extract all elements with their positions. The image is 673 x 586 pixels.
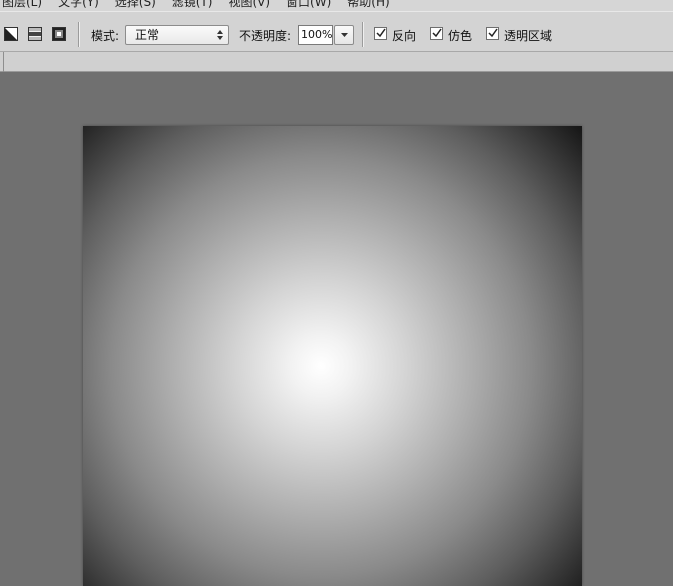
- check-icon: [376, 28, 386, 38]
- menu-layer[interactable]: 图层(L): [0, 0, 50, 11]
- chevron-down-icon: [341, 33, 348, 37]
- menu-help[interactable]: 帮助(H): [339, 0, 397, 11]
- mode-value: 正常: [135, 28, 160, 42]
- opacity-input[interactable]: 100%: [298, 25, 333, 45]
- document-tab[interactable]: [0, 52, 4, 72]
- opacity-label: 不透明度:: [239, 29, 292, 43]
- menu-view[interactable]: 视图(V): [220, 0, 278, 11]
- menu-filter[interactable]: 滤镜(T): [164, 0, 221, 11]
- mode-select[interactable]: 正常: [125, 25, 229, 45]
- mode-label: 模式:: [91, 29, 120, 43]
- separator: [362, 22, 364, 47]
- separator: [78, 22, 80, 47]
- opacity-dropdown-button[interactable]: [334, 25, 354, 45]
- select-arrows-icon: [217, 30, 223, 40]
- dither-checkbox[interactable]: [430, 27, 443, 40]
- radial-square-gradient-icon[interactable]: [52, 27, 66, 41]
- tool-options-bar: 模式: 正常 不透明度: 100% 反向 仿色 透明区域: [0, 11, 673, 52]
- menu-window[interactable]: 窗口(W): [278, 0, 339, 11]
- transparency-checkbox[interactable]: [486, 27, 499, 40]
- transparency-label: 透明区域: [504, 29, 553, 43]
- document-tab-bar: [0, 52, 673, 72]
- reflected-gradient-icon[interactable]: [28, 27, 42, 41]
- menu-type[interactable]: 文字(Y): [50, 0, 107, 11]
- menu-bar: 图层(L) 文字(Y) 选择(S) 滤镜(T) 视图(V) 窗口(W) 帮助(H…: [0, 0, 673, 11]
- document-canvas[interactable]: [83, 126, 582, 586]
- menu-select[interactable]: 选择(S): [107, 0, 164, 11]
- check-icon: [488, 28, 498, 38]
- diamond-gradient-icon[interactable]: [4, 27, 18, 41]
- reverse-checkbox[interactable]: [374, 27, 387, 40]
- dither-label: 仿色: [448, 29, 473, 43]
- check-icon: [432, 28, 442, 38]
- reverse-label: 反向: [392, 29, 417, 43]
